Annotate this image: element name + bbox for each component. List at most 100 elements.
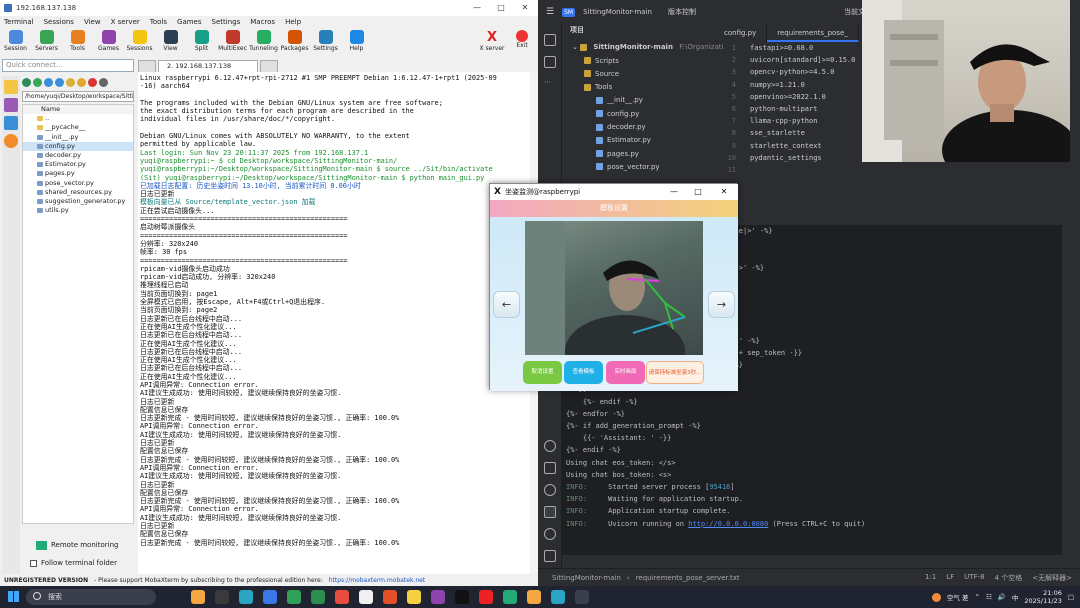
file-item[interactable]: .. — [23, 114, 133, 123]
minimize-icon[interactable]: — — [662, 184, 686, 200]
quick-connect-input[interactable]: Quick connect... — [2, 59, 134, 72]
breadcrumb-file[interactable]: requirements_pose_server.txt — [636, 574, 740, 582]
maximize-icon[interactable]: □ — [490, 0, 512, 16]
toolbar-button-2[interactable]: Tools — [62, 28, 93, 52]
run-tool-icon[interactable] — [544, 484, 556, 496]
code-editor[interactable]: fastapi>=0.68.0 uvicorn[standard]>=0.15.0… — [750, 42, 870, 192]
windows-start-icon[interactable] — [8, 591, 19, 602]
toolbar-button-7[interactable]: MultiExec — [217, 28, 248, 52]
taskbar-app-icon[interactable] — [503, 590, 517, 604]
next-page-button[interactable]: → — [708, 291, 735, 318]
editor-tab[interactable]: config.py — [714, 24, 768, 42]
menu-item-5[interactable]: Games — [177, 18, 202, 26]
follow-terminal-checkbox[interactable]: Follow terminal folder — [30, 557, 135, 569]
file-item[interactable]: suggestion_generator.py — [23, 197, 133, 206]
layers-icon[interactable] — [544, 462, 556, 474]
toolbar-button-10[interactable]: Settings — [310, 28, 341, 52]
new-file-icon[interactable] — [66, 77, 75, 87]
taskbar-search[interactable]: 搜索 — [26, 589, 156, 605]
taskbar-app-icon[interactable] — [527, 590, 541, 604]
menu-item-6[interactable]: Settings — [212, 18, 241, 26]
minimize-icon[interactable]: — — [466, 0, 488, 16]
project-tree-item[interactable]: decoder.py — [562, 121, 714, 134]
more-icon[interactable]: ⋯ — [544, 78, 556, 90]
remote-monitoring-button[interactable]: Remote monitoring — [36, 539, 136, 551]
notification-icon[interactable]: □ — [1068, 593, 1074, 601]
taskbar-app-icon[interactable] — [215, 590, 229, 604]
file-item[interactable]: utils.py — [23, 206, 133, 215]
folder-icon[interactable] — [544, 34, 556, 46]
xserver-button[interactable]: X X server — [478, 30, 506, 52]
menu-item-1[interactable]: Sessions — [44, 18, 74, 26]
new-folder-icon[interactable] — [77, 77, 86, 87]
weather-text[interactable]: 空气 差 — [947, 592, 969, 602]
dialog-button-1[interactable]: 查看模板 — [564, 361, 603, 384]
problems-icon[interactable] — [544, 528, 556, 540]
breadcrumb-project[interactable]: SittingMonitor-main — [552, 574, 621, 582]
terminal-output[interactable]: Linux raspberrypi 6.12.47+rpt-rpi-2712 #… — [138, 72, 530, 575]
up-folder-icon[interactable] — [22, 77, 31, 87]
tools-icon[interactable] — [4, 98, 18, 112]
dialog-button-3[interactable]: 请保持标准坐姿3秒... — [646, 361, 704, 384]
menu-item-2[interactable]: View — [84, 18, 101, 26]
file-item[interactable]: decoder.py — [23, 151, 133, 160]
star-icon[interactable] — [4, 80, 18, 94]
taskbar-app-icon[interactable] — [287, 590, 301, 604]
taskbar-app-icon[interactable] — [383, 590, 397, 604]
status-item[interactable]: LF — [946, 573, 954, 583]
refresh-icon[interactable] — [33, 77, 42, 87]
session-tab[interactable]: 2. 192.168.137.138 — [158, 60, 258, 72]
dialog-button-0[interactable]: 取消设置 — [523, 361, 562, 384]
status-item[interactable]: 1:1 — [925, 573, 936, 583]
taskbar-app-icon[interactable] — [335, 590, 349, 604]
macro-icon[interactable] — [4, 116, 18, 130]
status-item[interactable]: <无解释器> — [1032, 573, 1072, 583]
project-tree-item[interactable]: __init__.py — [562, 94, 714, 107]
project-tree-item[interactable]: Estimator.py — [562, 134, 714, 147]
exit-button[interactable]: Exit — [510, 30, 534, 49]
file-item[interactable]: __init__.py — [23, 133, 133, 142]
file-item[interactable]: Estimator.py — [23, 160, 133, 169]
menu-item-3[interactable]: X server — [111, 18, 140, 26]
project-root[interactable]: ⌄ SittingMonitor-main F:\Organizati — [562, 41, 723, 54]
structure-icon[interactable] — [544, 56, 556, 68]
taskbar-app-icon[interactable] — [191, 590, 205, 604]
taskbar-app-icon[interactable] — [551, 590, 565, 604]
menu-item-4[interactable]: Tools — [150, 18, 167, 26]
close-icon[interactable]: ✕ — [514, 0, 536, 16]
ide-menu-icon[interactable]: ☰ — [546, 7, 554, 17]
taskbar-app-icon[interactable] — [575, 590, 589, 604]
toolbar-button-11[interactable]: Help — [341, 28, 372, 52]
clock[interactable]: 21:06 2025/11/23 — [1024, 589, 1061, 605]
project-tree-item[interactable]: config.py — [562, 108, 714, 121]
close-icon[interactable]: ✕ — [712, 184, 736, 200]
vcs-menu[interactable]: 版本控制 — [668, 7, 696, 17]
upload-icon[interactable] — [55, 77, 64, 87]
prev-page-button[interactable]: ← — [493, 291, 520, 318]
project-tree-item[interactable]: pose_vector.py — [562, 161, 714, 174]
project-tree-item[interactable]: Tools — [562, 81, 714, 94]
status-item[interactable]: UTF-8 — [964, 573, 984, 583]
chevron-up-icon[interactable]: ⌃ — [975, 593, 980, 601]
delete-icon[interactable] — [88, 77, 97, 87]
dialog-button-2[interactable]: 实时画面 — [606, 361, 645, 384]
editor-tab[interactable]: requirements_pose_ — [767, 24, 859, 42]
toolbar-button-6[interactable]: Split — [186, 28, 217, 52]
taskbar-app-icon[interactable] — [359, 590, 373, 604]
toolbar-button-5[interactable]: View — [155, 28, 186, 52]
project-tree-item[interactable]: pages.py — [562, 148, 714, 161]
file-item[interactable]: __pycache__ — [23, 123, 133, 132]
taskbar-app-icon[interactable] — [311, 590, 325, 604]
toolbar-button-4[interactable]: Sessions — [124, 28, 155, 52]
toolbar-button-1[interactable]: Servers — [31, 28, 62, 52]
new-tab-button[interactable] — [260, 60, 278, 72]
status-item[interactable]: 4 个空格 — [995, 573, 1023, 583]
taskbar-app-icon[interactable] — [239, 590, 253, 604]
project-tree-item[interactable]: Source — [562, 68, 714, 81]
toolbar-button-0[interactable]: Session — [0, 28, 31, 52]
project-name[interactable]: SittingMonitor-main — [583, 8, 652, 16]
git-icon[interactable] — [544, 550, 556, 562]
terminal-icon[interactable] — [544, 506, 556, 518]
taskbar-app-icon[interactable] — [431, 590, 445, 604]
sftp-path-input[interactable]: /home/yuqi/Desktop/workspace/Sittin — [22, 91, 134, 102]
